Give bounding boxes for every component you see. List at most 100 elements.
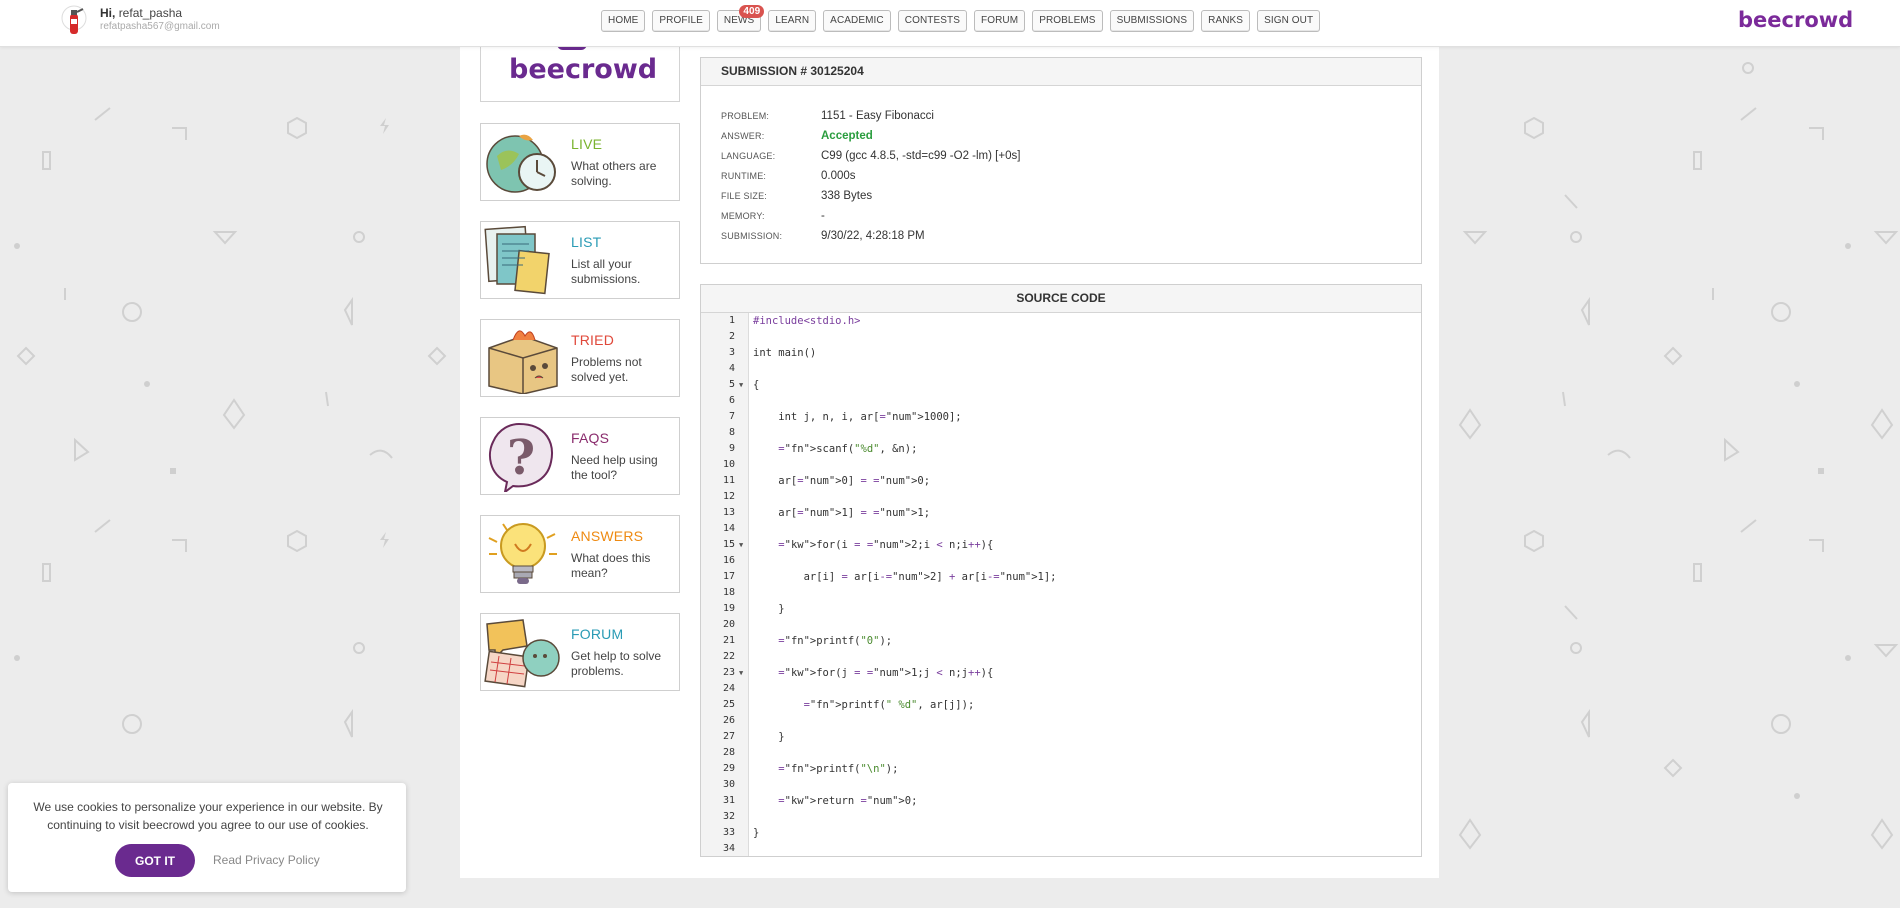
submission-date: 9/30/22, 4:28:18 PM xyxy=(821,230,925,242)
question-mark-glyph: ? xyxy=(507,430,535,486)
line-number: 14 xyxy=(722,523,735,534)
sidebar-logo-text: beecrowd xyxy=(509,54,658,85)
burning-box-icon xyxy=(488,330,558,394)
sidebar-card-forum-title: FORUM xyxy=(571,626,624,642)
detail-row-language: LANGUAGE: C99 (gcc 4.8.5, -std=c99 -O2 -… xyxy=(721,146,1421,166)
code-line: { xyxy=(753,379,760,391)
sidebar-card-faqs[interactable]: ? FAQS Need help using the tool? xyxy=(480,417,680,495)
code-line: } xyxy=(753,731,785,743)
nav-learn[interactable]: LEARN xyxy=(768,10,817,32)
line-number: 21 xyxy=(722,635,735,646)
avatar[interactable] xyxy=(58,4,90,40)
privacy-policy-link[interactable]: Read Privacy Policy xyxy=(213,853,320,867)
detail-label: MEMORY: xyxy=(721,211,765,221)
sidebar-card-live[interactable]: LIVE What others are solving. xyxy=(480,123,680,201)
memory-value: - xyxy=(821,210,825,222)
line-number: 30 xyxy=(722,779,735,790)
line-number: 19 xyxy=(722,603,735,614)
sidebar-card-live-title: LIVE xyxy=(571,136,603,152)
sidebar-card-tried[interactable]: TRIED Problems not solved yet. xyxy=(480,319,680,397)
line-number: 1 xyxy=(728,315,735,326)
nav-contests[interactable]: CONTESTS xyxy=(897,10,968,32)
code-line: ="fn">printf(" %d", ar[j]); xyxy=(803,699,975,711)
sidebar-card-forum-desc: Get help to solve problems. xyxy=(571,649,662,678)
globe-clock-icon xyxy=(486,134,556,193)
got-it-button[interactable]: GOT IT xyxy=(115,844,195,877)
detail-label: FILE SIZE: xyxy=(721,191,768,201)
detail-label: SUBMISSION: xyxy=(721,231,783,241)
user-email: refatpasha567@gmail.com xyxy=(100,21,220,32)
nav-academic[interactable]: ACADEMIC xyxy=(823,10,891,32)
sidebar-card-live-desc: What others are solving. xyxy=(571,159,657,188)
sidebar-card-forum[interactable]: FORUM Get help to solve problems. xyxy=(480,613,680,691)
language-value: C99 (gcc 4.8.5, -std=c99 -O2 -lm) [+0s] xyxy=(821,150,1021,162)
line-number: 7 xyxy=(728,411,735,422)
code-line: ="fn">printf("0"); xyxy=(778,635,893,647)
sidebar-card-answers-title: ANSWERS xyxy=(571,528,644,544)
nav-profile[interactable]: PROFILE xyxy=(652,10,710,32)
line-number: 32 xyxy=(722,811,735,822)
line-number: 18 xyxy=(722,587,735,598)
code-line: ="kw">return ="num">0; xyxy=(778,795,918,807)
line-number: 28 xyxy=(722,747,735,758)
sidebar-card-list-desc: List all your submissions. xyxy=(571,257,641,286)
line-number: 10 xyxy=(722,459,735,470)
sidebar-card-list[interactable]: LIST List all your submissions. xyxy=(480,221,680,299)
nav-sign-out[interactable]: SIGN OUT xyxy=(1257,10,1321,32)
sidebar-card-answers[interactable]: ANSWERS What does this mean? xyxy=(480,515,680,593)
detail-label: ANSWER: xyxy=(721,131,765,141)
nav-home[interactable]: HOME xyxy=(601,10,646,32)
problem-link[interactable]: 1151 - Easy Fibonacci xyxy=(821,110,934,122)
question-bubble-icon: ? xyxy=(489,422,553,492)
user-info: Hi, refat_pasha refatpasha567@gmail.com xyxy=(100,6,220,32)
main-nav: HOME PROFILE NEWS 409 LEARN ACADEMIC CON… xyxy=(601,5,1321,32)
detail-label: RUNTIME: xyxy=(721,171,767,181)
runtime-value: 0.000s xyxy=(821,170,856,182)
line-number: 15 xyxy=(722,539,735,550)
fold-toggle-icon[interactable]: ▼ xyxy=(739,381,743,389)
fold-toggle-icon[interactable]: ▼ xyxy=(739,669,743,677)
code-line: #include<stdio.h> xyxy=(753,315,861,327)
username[interactable]: refat_pasha xyxy=(119,6,182,20)
answer-status: Accepted xyxy=(821,130,873,142)
detail-row-file-size: FILE SIZE: 338 Bytes xyxy=(721,186,1421,206)
nav-forum[interactable]: FORUM xyxy=(974,10,1026,32)
sidebar-card-faqs-title: FAQS xyxy=(571,430,610,446)
documents-icon xyxy=(484,225,550,295)
sidebar-card-faqs-desc: Need help using the tool? xyxy=(571,453,658,482)
detail-row-memory: MEMORY: - xyxy=(721,206,1421,226)
code-line: int j, n, i, ar[="num">1000]; xyxy=(753,411,962,423)
line-number: 33 xyxy=(722,827,735,838)
submission-details: PROBLEM: 1151 - Easy Fibonacci ANSWER: A… xyxy=(701,86,1421,246)
fold-toggle-icon[interactable]: ▼ xyxy=(739,541,743,549)
nav-ranks[interactable]: RANKS xyxy=(1201,10,1251,32)
line-number: 11 xyxy=(722,475,735,486)
line-number: 20 xyxy=(722,619,735,630)
source-code-panel: SOURCE CODE 1 #include<stdio.h> 2 3 int main… xyxy=(700,284,1422,857)
line-number: 24 xyxy=(722,683,735,694)
chat-bubbles-icon xyxy=(484,619,560,688)
line-number: 34 xyxy=(722,843,735,854)
line-number: 5 xyxy=(728,379,735,390)
line-number: 16 xyxy=(722,555,735,566)
line-number: 26 xyxy=(722,715,735,726)
submission-panel: SUBMISSION # 30125204 PROBLEM: 1151 - Ea… xyxy=(700,57,1422,264)
sidebar-logo[interactable]: beecrowd xyxy=(480,46,680,102)
code-editor[interactable]: 1 #include<stdio.h> 2 3 int main() 4 5 ▼{6 7 int… xyxy=(701,313,1421,856)
detail-label: PROBLEM: xyxy=(721,111,770,121)
line-number: 8 xyxy=(728,427,735,438)
line-number: 3 xyxy=(728,347,735,358)
file-size-value: 338 Bytes xyxy=(821,190,873,202)
code-line: ="fn">printf("\n"); xyxy=(778,763,899,775)
user-greeting: Hi, refat_pasha xyxy=(100,6,183,20)
line-number: 22 xyxy=(722,651,735,662)
sidebar-card-answers-desc: What does this mean? xyxy=(571,551,651,580)
code-line: ="fn">scanf("%d", &n); xyxy=(778,443,918,455)
brand-logo[interactable]: beecrowd xyxy=(1738,8,1853,32)
submission-title: SUBMISSION # 30125204 xyxy=(701,58,1421,86)
line-number: 27 xyxy=(722,731,735,742)
nav-submissions[interactable]: SUBMISSIONS xyxy=(1109,10,1195,32)
nav-problems[interactable]: PROBLEMS xyxy=(1032,10,1103,32)
nav-news[interactable]: NEWS 409 xyxy=(716,5,765,32)
news-count-badge: 409 xyxy=(739,5,765,18)
